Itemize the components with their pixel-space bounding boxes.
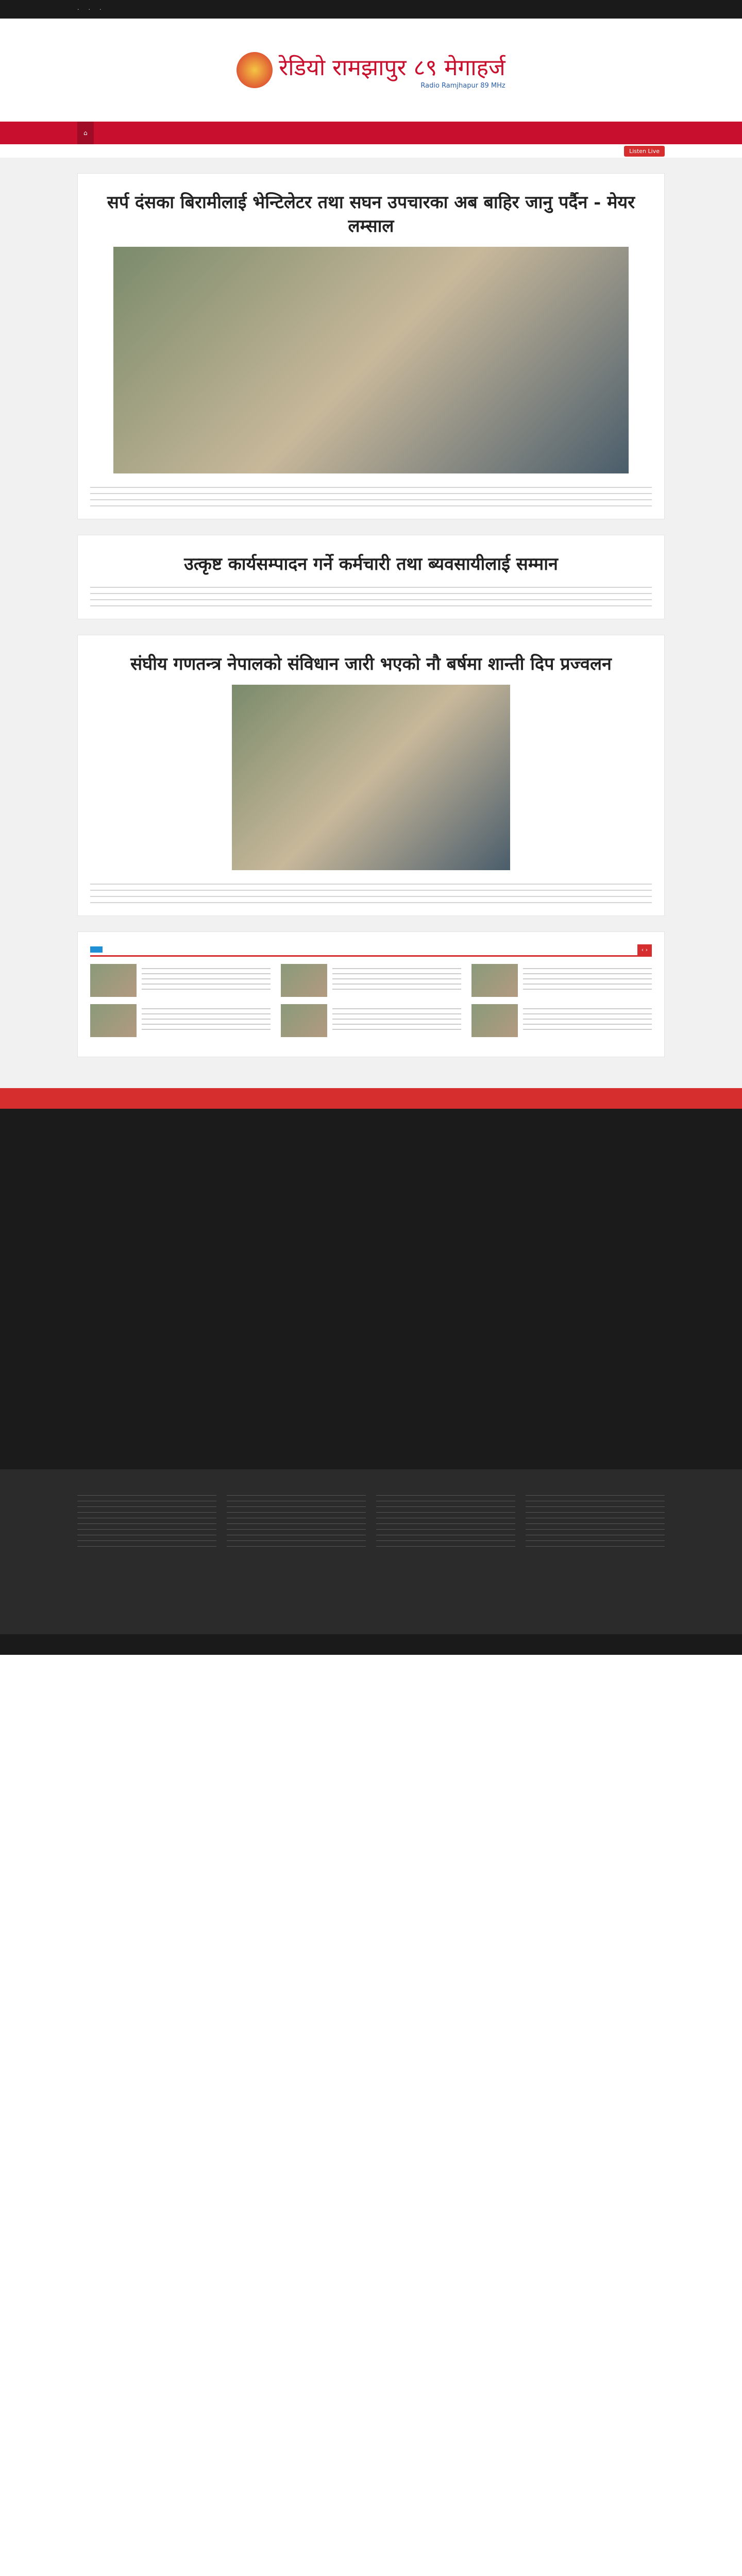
top-bar: · · ·	[0, 0, 742, 19]
footer-column	[376, 1489, 515, 1552]
thumbnail[interactable]	[471, 1004, 518, 1037]
section-title[interactable]	[90, 946, 103, 953]
list-item[interactable]	[471, 963, 652, 997]
main-nav: ⌂	[0, 122, 742, 144]
featured-article[interactable]: संघीय गणतन्त्र नेपालको संविधान जारी भएको…	[77, 634, 665, 916]
footer-column	[526, 1489, 665, 1552]
featured-title[interactable]: संघीय गणतन्त्र नेपालको संविधान जारी भएको…	[90, 653, 652, 676]
featured-title[interactable]: सर्प दंसका बिरामीलाई भेन्टिलेटर तथा सघन …	[90, 191, 652, 239]
top-link[interactable]: ·	[99, 6, 102, 13]
nav-item-home[interactable]: ⌂	[77, 122, 94, 144]
featured-article[interactable]: सर्प दंसका बिरामीलाई भेन्टिलेटर तथा सघन …	[77, 173, 665, 519]
featured-image[interactable]	[113, 246, 629, 473]
nav-item[interactable]	[97, 122, 109, 144]
news-ticker	[0, 1088, 742, 1109]
featured-image[interactable]	[232, 684, 510, 870]
logo-title: रेडियो रामझापुर ८९ मेगाहर्ज	[279, 54, 505, 81]
list-item[interactable]	[281, 963, 461, 997]
thumbnail[interactable]	[281, 963, 327, 997]
logo-subtitle: Radio Ramjhapur 89 MHz	[420, 81, 505, 90]
nav-item[interactable]	[159, 122, 171, 144]
featured-excerpt	[90, 481, 652, 506]
media-section	[0, 1108, 742, 1469]
nav-item[interactable]	[143, 122, 156, 144]
thumbnail[interactable]	[281, 1004, 327, 1037]
nav-item[interactable]	[128, 122, 140, 144]
featured-article[interactable]: उत्कृष्ट कार्यसम्पादन गर्ने कर्मचारी तथा…	[77, 534, 665, 619]
list-item[interactable]	[90, 1004, 271, 1037]
thumbnail[interactable]	[471, 963, 518, 997]
featured-excerpt	[90, 581, 652, 606]
nav-item[interactable]	[112, 122, 125, 144]
site-header: रेडियो रामझापुर ८९ मेगाहर्ज Radio Ramjha…	[0, 19, 742, 122]
list-item[interactable]	[90, 963, 271, 997]
featured-area: सर्प दंसका बिरामीलाई भेन्टिलेटर तथा सघन …	[0, 158, 742, 1088]
section-header: ‹ ›	[90, 944, 652, 957]
footer-column	[77, 1489, 216, 1552]
listen-live-button[interactable]: Listen Live	[624, 145, 665, 157]
sub-strip: Listen Live	[0, 144, 742, 158]
news-section: ‹ ›	[77, 931, 665, 1057]
featured-title[interactable]: उत्कृष्ट कार्यसम्पादन गर्ने कर्मचारी तथा…	[90, 553, 652, 577]
top-link[interactable]: ·	[89, 6, 91, 13]
section-pager[interactable]: ‹ ›	[637, 944, 652, 955]
site-logo[interactable]: रेडियो रामझापुर ८९ मेगाहर्ज Radio Ramjha…	[237, 51, 505, 90]
thumbnail[interactable]	[90, 1004, 137, 1037]
footer-column	[227, 1489, 366, 1552]
copyright-bar	[0, 1634, 742, 1655]
list-item[interactable]	[281, 1004, 461, 1037]
logo-icon	[237, 52, 273, 88]
featured-excerpt	[90, 878, 652, 903]
site-footer	[0, 1469, 742, 1634]
top-link[interactable]: ·	[77, 6, 79, 13]
thumbnail[interactable]	[90, 963, 137, 997]
list-item[interactable]	[471, 1004, 652, 1037]
